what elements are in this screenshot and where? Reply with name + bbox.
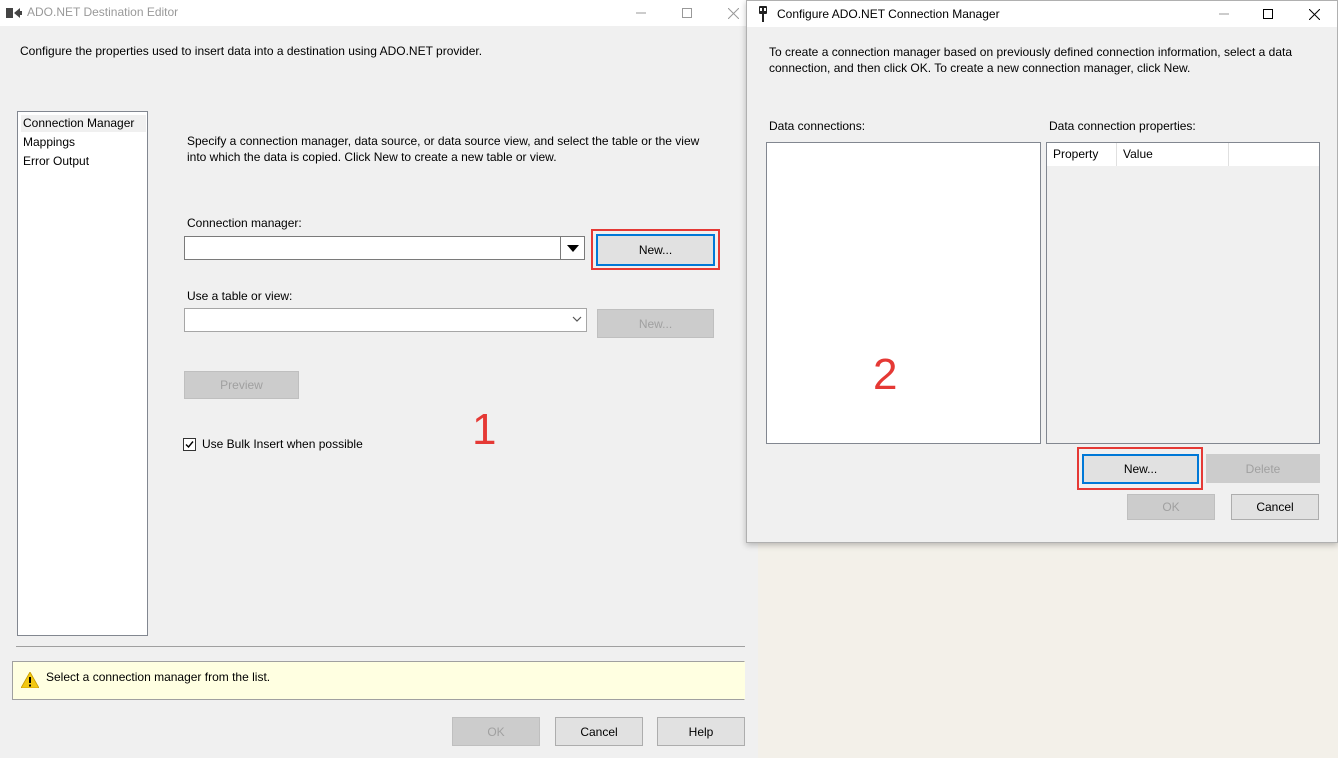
connection-manager-description: To create a connection manager based on … — [769, 45, 1292, 75]
bulk-insert-checkbox[interactable] — [183, 437, 196, 451]
connection-manager-label: Connection manager: — [187, 216, 302, 230]
properties-grid-header: Property Value — [1047, 143, 1319, 166]
connection-manager-titlebar[interactable]: Configure ADO.NET Connection Manager — [747, 1, 1337, 27]
status-message-text: Select a connection manager from the lis… — [46, 670, 271, 684]
configure-connection-manager-window: Configure ADO.NET Connection Manager To … — [746, 0, 1338, 543]
combobox-dropdown-button[interactable] — [560, 237, 584, 259]
table-or-view-label: Use a table or view: — [187, 289, 293, 303]
maximize-icon — [682, 8, 692, 18]
page-navigation-list: Connection Manager Mappings Error Output — [17, 111, 148, 636]
nav-item-connection-manager[interactable]: Connection Manager — [21, 115, 147, 132]
step2-marker: 2 — [873, 350, 898, 399]
editor-ok-button[interactable]: OK — [452, 717, 540, 746]
maximize-button[interactable] — [1245, 1, 1291, 27]
data-connection-properties-label: Data connection properties: — [1049, 119, 1196, 133]
close-icon — [727, 7, 739, 19]
data-connections-list[interactable] — [766, 142, 1041, 444]
new-table-button[interactable]: New... — [597, 309, 714, 338]
delete-connection-button[interactable]: Delete — [1206, 454, 1320, 483]
ado-destination-icon — [6, 8, 22, 18]
connection-manager-combobox[interactable] — [184, 236, 585, 260]
maximize-icon — [1263, 9, 1273, 19]
status-message-bar: Select a connection manager from the lis… — [12, 661, 745, 700]
checkmark-icon — [185, 440, 194, 448]
nav-item-mappings[interactable]: Mappings — [23, 134, 75, 151]
maximize-button[interactable] — [664, 0, 710, 26]
close-icon — [1308, 8, 1320, 20]
editor-description: Configure the properties used to insert … — [20, 44, 483, 58]
chevron-down-icon — [572, 316, 582, 322]
window-title: Configure ADO.NET Connection Manager — [777, 7, 1000, 21]
new-data-connection-button[interactable]: New... — [1082, 454, 1199, 484]
destination-editor-titlebar[interactable]: ADO.NET Destination Editor — [0, 0, 758, 26]
minimize-button[interactable] — [1201, 1, 1247, 27]
grid-column-property[interactable]: Property — [1047, 143, 1117, 166]
editor-help-button[interactable]: Help — [657, 717, 745, 746]
close-button[interactable] — [1291, 1, 1337, 27]
connection-ok-button[interactable]: OK — [1127, 494, 1215, 520]
dropdown-arrow-icon — [566, 244, 579, 252]
connection-instructions: Specify a connection manager, data sourc… — [187, 134, 700, 164]
new-connection-button[interactable]: New... — [596, 234, 715, 266]
footer-separator — [16, 646, 745, 647]
nav-item-error-output[interactable]: Error Output — [23, 153, 89, 170]
preview-button[interactable]: Preview — [184, 371, 299, 399]
grid-column-value[interactable]: Value — [1117, 143, 1229, 166]
minimize-icon — [636, 12, 646, 14]
bulk-insert-label: Use Bulk Insert when possible — [202, 437, 363, 451]
warning-icon — [21, 672, 39, 688]
step1-marker: 1 — [472, 405, 497, 454]
minimize-icon — [1219, 13, 1229, 15]
editor-cancel-button[interactable]: Cancel — [555, 717, 643, 746]
table-or-view-combobox[interactable] — [184, 308, 587, 332]
connection-cancel-button[interactable]: Cancel — [1231, 494, 1319, 520]
window-title: ADO.NET Destination Editor — [27, 5, 179, 19]
connection-plug-icon — [759, 6, 767, 22]
data-connections-label: Data connections: — [769, 119, 866, 133]
data-connection-properties-grid[interactable]: Property Value — [1046, 142, 1320, 444]
bulk-insert-option[interactable]: Use Bulk Insert when possible — [183, 437, 363, 451]
minimize-button[interactable] — [618, 0, 664, 26]
destination-editor-window: ADO.NET Destination Editor Configure the… — [0, 0, 758, 758]
